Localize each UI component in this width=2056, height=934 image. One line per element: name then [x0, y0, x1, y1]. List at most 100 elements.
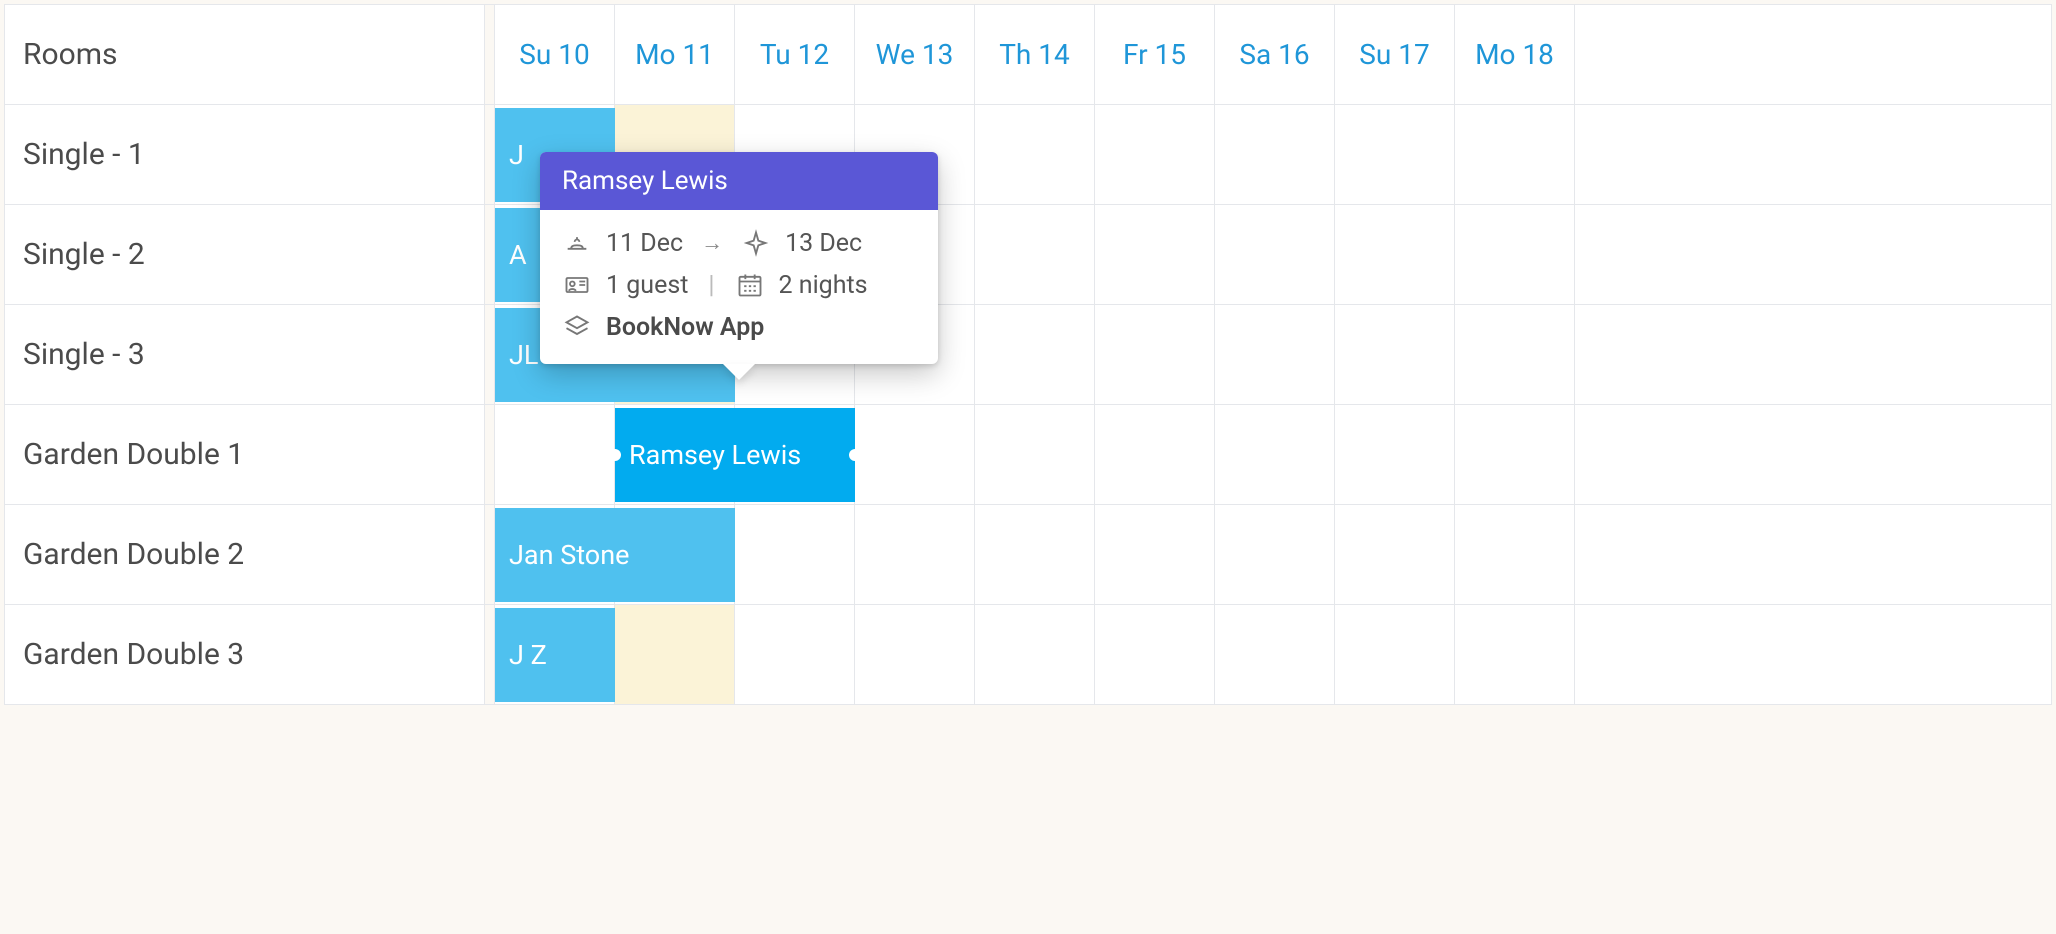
popover-dates-row: 11 Dec → 13 Dec [562, 228, 916, 258]
day-cell[interactable] [855, 405, 975, 504]
booking-label: J [509, 139, 524, 171]
row-gutter [485, 605, 495, 704]
popover-source-row: BookNow App [562, 312, 916, 342]
day-cell[interactable] [1215, 505, 1335, 604]
booking-popover[interactable]: Ramsey Lewis 11 Dec → 13 Dec 1 guest | [540, 152, 938, 364]
bell-icon [562, 228, 592, 258]
day-header[interactable]: Su 17 [1335, 5, 1455, 104]
day-cell[interactable] [1215, 205, 1335, 304]
day-cell[interactable] [1335, 405, 1455, 504]
day-cell[interactable] [735, 505, 855, 604]
day-cell[interactable] [1455, 505, 1575, 604]
room-label[interactable]: Single - 2 [5, 205, 485, 304]
day-header[interactable]: Fr 15 [1095, 5, 1215, 104]
booking-label: A [509, 239, 527, 271]
day-cell[interactable] [1575, 405, 2052, 504]
day-header[interactable]: Mo 11 [615, 5, 735, 104]
room-row: Garden Double 2 [5, 505, 2052, 605]
room-label[interactable]: Garden Double 3 [5, 605, 485, 704]
booking-bar[interactable]: Jan Stone [495, 508, 735, 602]
separator: | [708, 271, 714, 300]
day-cell[interactable] [975, 605, 1095, 704]
day-header[interactable]: Sa 16 [1215, 5, 1335, 104]
day-cell[interactable] [1215, 305, 1335, 404]
resize-handle-left[interactable] [609, 449, 621, 461]
day-cell[interactable] [1455, 205, 1575, 304]
day-cell[interactable] [1095, 405, 1215, 504]
row-gutter [485, 305, 495, 404]
day-cell[interactable] [1335, 505, 1455, 604]
day-cell[interactable] [615, 605, 735, 704]
day-cell[interactable] [975, 405, 1095, 504]
day-header[interactable]: Th 14 [975, 5, 1095, 104]
day-cell[interactable] [975, 205, 1095, 304]
booking-bar[interactable]: J Z [495, 608, 615, 702]
day-header-overflow [1575, 5, 2052, 104]
booking-bar-selected[interactable]: Ramsey Lewis [615, 408, 855, 502]
day-header[interactable]: Mo 18 [1455, 5, 1575, 104]
booking-source: BookNow App [606, 313, 764, 342]
day-cell[interactable] [1095, 605, 1215, 704]
room-row: Single - 2 [5, 205, 2052, 305]
room-row: Single - 3 [5, 305, 2052, 405]
arrow-right-icon: → [701, 230, 723, 256]
day-cell[interactable] [1575, 505, 2052, 604]
row-gutter [485, 405, 495, 504]
day-header[interactable]: Su 10 [495, 5, 615, 104]
airplane-icon [741, 228, 771, 258]
day-cell[interactable] [975, 505, 1095, 604]
day-header[interactable]: Tu 12 [735, 5, 855, 104]
day-cell[interactable] [1455, 605, 1575, 704]
day-cell[interactable] [1575, 205, 2052, 304]
day-cell[interactable] [1335, 205, 1455, 304]
room-label[interactable]: Garden Double 1 [5, 405, 485, 504]
calendar-header-row: Rooms Su 10 Mo 11 Tu 12 We 13 Th 14 Fr 1… [5, 5, 2052, 105]
resize-handle-right[interactable] [849, 449, 861, 461]
room-row: Single - 1 [5, 105, 2052, 205]
day-cell[interactable] [1575, 305, 2052, 404]
day-cell[interactable] [1095, 305, 1215, 404]
day-cell[interactable] [855, 605, 975, 704]
calendar-grid: Rooms Su 10 Mo 11 Tu 12 We 13 Th 14 Fr 1… [4, 4, 2052, 705]
day-cell[interactable] [1575, 105, 2052, 204]
room-row: Garden Double 1 [5, 405, 2052, 505]
day-cell[interactable] [975, 105, 1095, 204]
popover-guests-row: 1 guest | 2 nights [562, 270, 916, 300]
day-cell[interactable] [1455, 405, 1575, 504]
day-header[interactable]: We 13 [855, 5, 975, 104]
room-label[interactable]: Single - 1 [5, 105, 485, 204]
day-cell[interactable] [1575, 605, 2052, 704]
booking-label: Ramsey Lewis [629, 439, 801, 471]
checkin-date: 11 Dec [606, 229, 683, 258]
day-cell[interactable] [1215, 105, 1335, 204]
day-cell[interactable] [1455, 105, 1575, 204]
room-label[interactable]: Single - 3 [5, 305, 485, 404]
day-cell[interactable] [975, 305, 1095, 404]
day-cell[interactable] [1335, 305, 1455, 404]
day-cell[interactable] [735, 605, 855, 704]
checkout-date: 13 Dec [785, 229, 862, 258]
popover-arrow-icon [723, 364, 755, 380]
booking-label: J Z [509, 639, 547, 671]
room-label[interactable]: Garden Double 2 [5, 505, 485, 604]
day-cell[interactable] [1215, 605, 1335, 704]
row-gutter [485, 505, 495, 604]
id-card-icon [562, 270, 592, 300]
day-cell[interactable] [1215, 405, 1335, 504]
day-cell[interactable] [1335, 605, 1455, 704]
row-gutter [485, 105, 495, 204]
popover-title: Ramsey Lewis [540, 152, 938, 210]
room-row: Garden Double 3 [5, 605, 2052, 705]
day-cell[interactable] [1095, 505, 1215, 604]
day-cell[interactable] [1095, 105, 1215, 204]
booking-label: JL [509, 339, 538, 371]
day-cell[interactable] [1095, 205, 1215, 304]
day-cell[interactable] [855, 505, 975, 604]
rooms-header-label: Rooms [23, 37, 118, 72]
popover-body: 11 Dec → 13 Dec 1 guest | 2 nights [540, 210, 938, 364]
layers-icon [562, 312, 592, 342]
day-cell[interactable] [1335, 105, 1455, 204]
night-count: 2 nights [779, 271, 868, 300]
day-cell[interactable] [495, 405, 615, 504]
day-cell[interactable] [1455, 305, 1575, 404]
